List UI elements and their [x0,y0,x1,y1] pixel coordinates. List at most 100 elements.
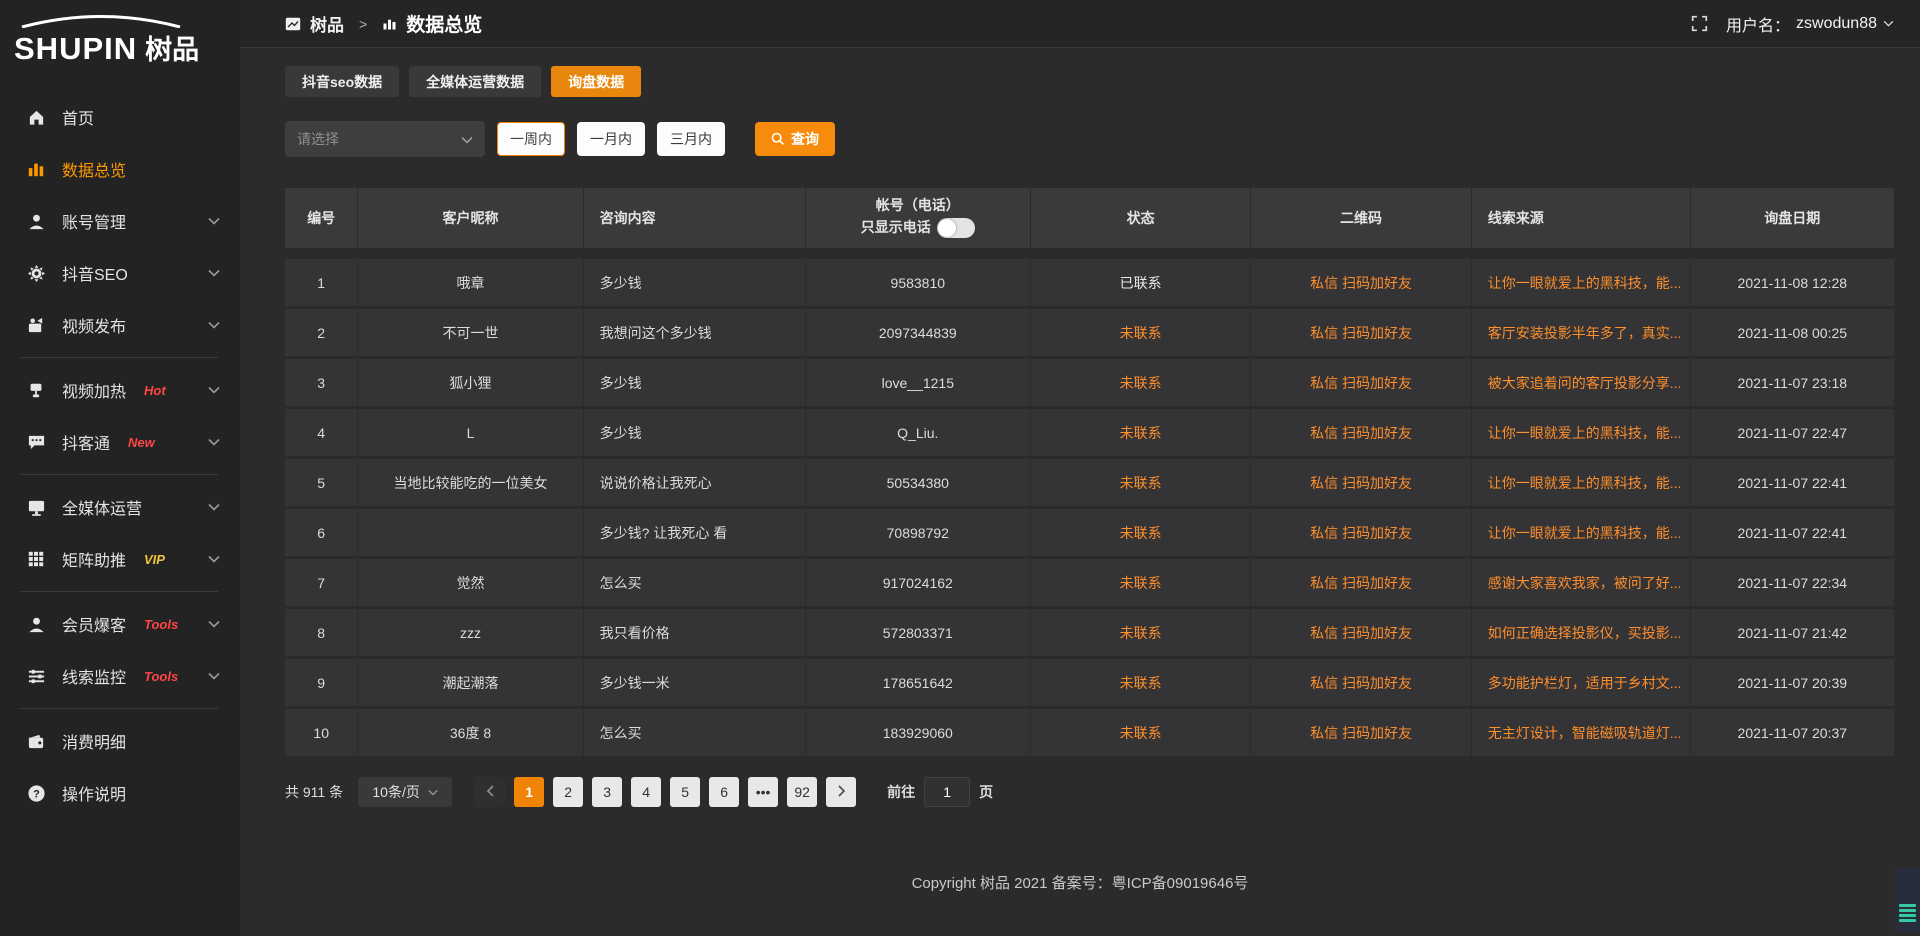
tab-0[interactable]: 抖音seo数据 [285,66,399,97]
cell-qrcode-link[interactable]: 私信 扫码加好友 [1250,409,1470,456]
period-button-2[interactable]: 三月内 [657,122,725,156]
cell-qrcode-link[interactable]: 私信 扫码加好友 [1250,259,1470,306]
grid-icon [26,549,46,569]
pagination: 共 911 条 10条/页 123456•••92 前往 页 [285,777,1894,807]
page-size-select[interactable]: 10条/页 [358,777,452,807]
cell-account: 183929060 [805,709,1030,756]
cell-nickname: 当地比较能吃的一位美女 [357,459,582,506]
sidebar-item-lead-monitor[interactable]: 线索监控 Tools [0,650,240,702]
tab-2[interactable]: 询盘数据 [551,66,641,97]
chevron-down-icon [428,789,438,796]
page-button-3[interactable]: 3 [592,777,622,807]
period-button-0[interactable]: 一周内 [497,122,565,156]
sidebar-item-omni-media[interactable]: 全媒体运营 [0,481,240,533]
user-icon [26,211,46,231]
phone-only-toggle[interactable] [937,218,975,238]
cell-source-link[interactable]: 无主灯设计，智能磁吸轨道灯... [1471,709,1690,756]
cell-qrcode-link[interactable]: 私信 扫码加好友 [1250,509,1470,556]
table-header-row: 编号 客户昵称 咨询内容 帐号（电话） 只显示电话 [285,188,1894,248]
cell-qrcode-link[interactable]: 私信 扫码加好友 [1250,659,1470,706]
cell-nickname: 潮起潮落 [357,659,582,706]
main-area: 树品 > 数据总览 用户名：zswodun88 抖音seo数据全媒体运营数据询盘… [240,0,1920,936]
cell-source-link[interactable]: 如何正确选择投影仪，买投影... [1471,609,1690,656]
sidebar-item-consumption-detail[interactable]: 消费明细 [0,715,240,767]
sidebar-item-video-heat[interactable]: 视频加热 Hot [0,364,240,416]
cell-qrcode-link[interactable]: 私信 扫码加好友 [1250,709,1470,756]
cell-qrcode-link[interactable]: 私信 扫码加好友 [1250,309,1470,356]
page-button-5[interactable]: 5 [670,777,700,807]
cell-status status-badge: 已联系 [1030,259,1250,306]
sidebar-item-data-overview[interactable]: 数据总览 [0,143,240,195]
breadcrumb-separator: > [359,16,367,32]
cell-qrcode-link[interactable]: 私信 扫码加好友 [1250,359,1470,406]
hot-badge: Hot [144,383,166,398]
chevron-down-icon [1883,20,1894,27]
cell-nickname: zzz [357,609,582,656]
widget-bar [1899,904,1916,907]
member-icon [26,614,46,634]
sidebar-item-home[interactable]: 首页 [0,91,240,143]
sidebar-item-member-burst[interactable]: 会员爆客 Tools [0,598,240,650]
goto-page-input[interactable] [924,777,970,807]
sidebar-item-label: 抖客通 [62,430,110,454]
query-button-label: 查询 [791,129,819,149]
next-page-button[interactable] [826,777,856,807]
sidebar-item-video-publish[interactable]: 视频发布 [0,299,240,351]
cell-content: 多少钱一米 [583,659,805,706]
sidebar-item-matrix-boost[interactable]: 矩阵助推 VIP [0,533,240,585]
sidebar-item-account-mgmt[interactable]: 账号管理 [0,195,240,247]
page-button-1[interactable]: 1 [514,777,544,807]
cell-no: 5 [285,459,357,506]
fullscreen-icon[interactable] [1691,15,1708,32]
prev-page-button[interactable] [475,777,505,807]
floating-widget[interactable] [1895,868,1920,932]
sidebar-item-label: 视频发布 [62,313,126,337]
cell-source-link[interactable]: 让你一眼就爱上的黑科技，能... [1471,509,1690,556]
cell-account: 9583810 [805,259,1030,306]
cell-date: 2021-11-07 23:18 [1690,359,1894,406]
cell-account: 572803371 [805,609,1030,656]
cell-content: 我想问这个多少钱 [583,309,805,356]
col-no: 编号 [285,188,357,248]
cell-source-link[interactable]: 被大家追着问的客厅投影分享... [1471,359,1690,406]
period-button-1[interactable]: 一月内 [577,122,645,156]
cell-source-link[interactable]: 感谢大家喜欢我家，被问了好... [1471,559,1690,606]
cell-nickname: 哦章 [357,259,582,306]
filter-select[interactable]: 请选择 [285,121,485,157]
cell-source-link[interactable]: 让你一眼就爱上的黑科技，能... [1471,409,1690,456]
cell-qrcode-link[interactable]: 私信 扫码加好友 [1250,459,1470,506]
page-button-2[interactable]: 2 [553,777,583,807]
cell-source-link[interactable]: 让你一眼就爱上的黑科技，能... [1471,459,1690,506]
breadcrumb-root[interactable]: 树品 [310,11,344,36]
sidebar-item-doukentong[interactable]: 抖客通 New [0,416,240,468]
chevron-down-icon [461,131,473,147]
chevron-down-icon [208,433,220,451]
tab-1[interactable]: 全媒体运营数据 [409,66,541,97]
cell-source-link[interactable]: 让你一眼就爱上的黑科技，能... [1471,259,1690,306]
user-menu[interactable]: 用户名：zswodun88 [1726,12,1894,36]
sidebar-item-label: 数据总览 [62,157,126,181]
cell-account: 2097344839 [805,309,1030,356]
cell-qrcode-link[interactable]: 私信 扫码加好友 [1250,609,1470,656]
sidebar-item-instructions[interactable]: ? 操作说明 [0,767,240,819]
page-button-6[interactable]: 6 [709,777,739,807]
page-size-value: 10条/页 [372,782,419,802]
cell-source-link[interactable]: 多功能护栏灯，适用于乡村文... [1471,659,1690,706]
svg-text:?: ? [33,788,40,800]
page-button-•••[interactable]: ••• [748,777,778,807]
table-row: 5 当地比较能吃的一位美女 说说价格让我死心 50534380 未联系 私信 扫… [285,459,1894,506]
sidebar-item-label: 线索监控 [62,664,126,688]
video-publish-icon [26,315,46,335]
cell-date: 2021-11-07 22:34 [1690,559,1894,606]
page-button-92[interactable]: 92 [787,777,817,807]
query-button[interactable]: 查询 [755,122,835,156]
cell-source-link[interactable]: 客厅安装投影半年多了，真实... [1471,309,1690,356]
sidebar-item-douyin-seo[interactable]: 抖音SEO [0,247,240,299]
search-icon [771,132,785,146]
copyright-text: Copyright 树品 2021 备案号：粤ICP备09019646号 [912,875,1249,892]
chevron-down-icon [208,667,220,685]
page-button-4[interactable]: 4 [631,777,661,807]
cell-qrcode-link[interactable]: 私信 扫码加好友 [1250,559,1470,606]
filter-row: 请选择 一周内一月内三月内 查询 [285,121,1894,157]
breadcrumb-current: 数据总览 [406,10,482,37]
